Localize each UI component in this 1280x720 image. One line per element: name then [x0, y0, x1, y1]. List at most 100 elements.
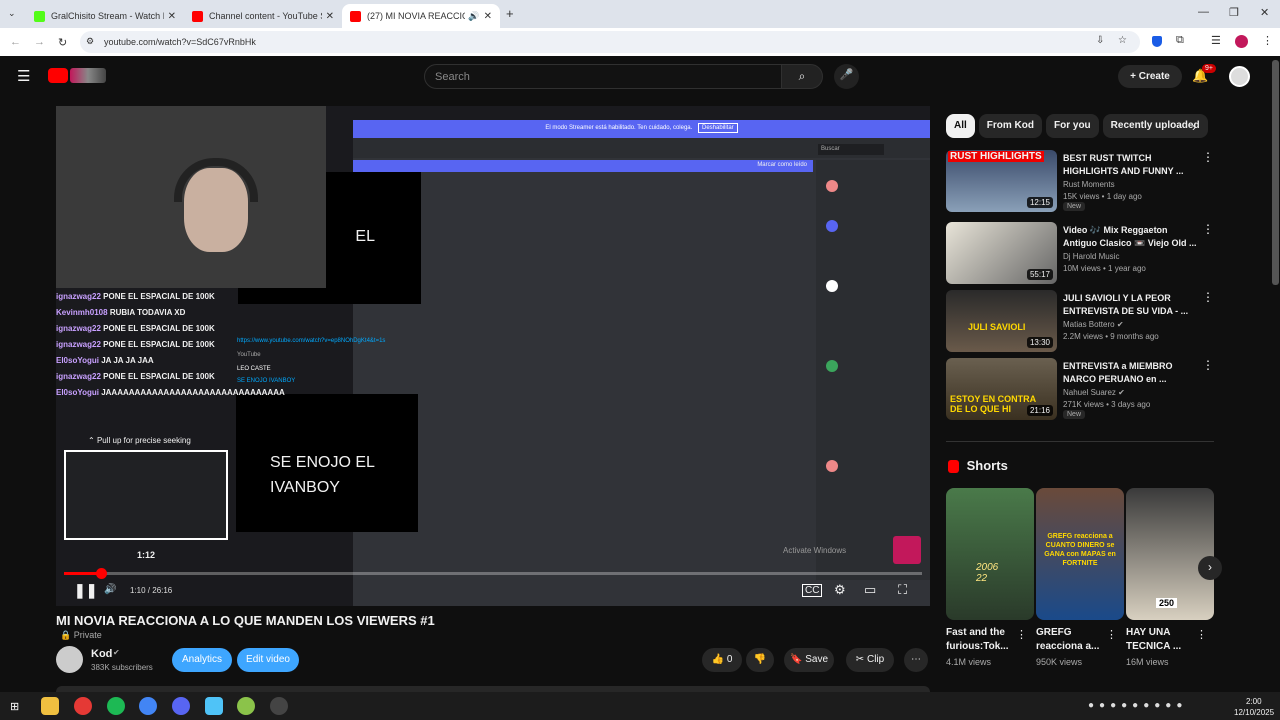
forward-icon[interactable]: → — [34, 36, 45, 48]
chat-message: JA JA JA JAA — [101, 356, 154, 365]
short-thumbnail[interactable]: 2006 22 — [946, 488, 1034, 620]
youtube-logo[interactable] — [48, 68, 108, 84]
tab-title: Channel content - YouTube Studio — [209, 11, 322, 21]
video-duration: 55:17 — [1026, 269, 1053, 280]
discord-window-capture: El modo Streamer está habilitado. Ten cu… — [236, 120, 930, 606]
related-video[interactable]: ESTOY EN CONTRA DE LO QUE HI 21:16 ENTRE… — [946, 358, 1214, 422]
video-thumbnail: ESTOY EN CONTRA DE LO QUE HI 21:16 — [946, 358, 1057, 420]
back-icon[interactable]: ← — [10, 36, 21, 48]
new-tab-icon[interactable]: + — [506, 6, 514, 21]
mark-read-bar: Marcar como leído — [353, 160, 813, 172]
short-thumbnail[interactable]: 250 — [1126, 488, 1214, 620]
chrome-icon[interactable] — [74, 697, 92, 715]
more-vertical-icon[interactable]: ⋮ — [1202, 290, 1214, 304]
pause-icon[interactable]: ❚❚ — [74, 582, 97, 599]
theater-mode-icon[interactable]: ▭ — [864, 582, 876, 598]
close-tab-icon[interactable]: ✕ — [326, 11, 334, 22]
channel-avatar[interactable] — [56, 646, 83, 673]
chat-line: ignazwag22 PONE EL ESPACIAL DE 100K — [56, 372, 286, 388]
more-vertical-icon[interactable]: ⋮ — [1202, 222, 1214, 236]
bookmark-star-icon[interactable]: ☆ — [1118, 35, 1127, 46]
system-tray-icons[interactable]: ●●●●●●●●● — [1088, 700, 1187, 711]
reading-list-icon[interactable]: ☰ — [1211, 34, 1221, 47]
analytics-button[interactable]: Analytics — [172, 648, 232, 672]
subscriber-count: 383K subscribers — [91, 663, 153, 672]
more-actions-button[interactable]: ⋯ — [904, 648, 928, 672]
channel-name-row: Matias Bottero ✔ — [1063, 320, 1124, 329]
install-app-icon[interactable]: ⇩ — [1096, 35, 1104, 46]
save-button[interactable]: 🔖 Save — [784, 648, 834, 672]
search-input[interactable]: Search — [424, 64, 782, 89]
fullscreen-icon[interactable]: ⛶ — [898, 582, 907, 598]
more-vertical-icon[interactable]: ⋮ — [1202, 150, 1214, 164]
browser-tab-2[interactable]: Channel content - YouTube Studio ✕ — [184, 4, 342, 28]
extension-shield-icon[interactable] — [1152, 36, 1162, 47]
windows-start-icon[interactable]: ⊞ — [10, 700, 19, 713]
notepad-icon[interactable] — [205, 697, 223, 715]
minimize-icon[interactable]: — — [1198, 6, 1209, 18]
clip-button[interactable]: ✂ Clip — [846, 648, 894, 672]
close-tab-icon[interactable]: ✕ — [168, 11, 176, 22]
edit-video-button[interactable]: Edit video — [237, 648, 299, 672]
dislike-button[interactable]: 👎 — [746, 648, 774, 672]
channel-name[interactable]: Kod — [91, 648, 112, 660]
related-video[interactable]: RUST HIGHLIGHTS 12:15 BEST RUST TWITCH H… — [946, 150, 1214, 214]
site-info-icon[interactable]: ⚙ — [86, 36, 94, 47]
app-icon[interactable] — [237, 697, 255, 715]
scrubber-handle[interactable] — [95, 568, 107, 579]
chip-all[interactable]: All — [946, 114, 975, 138]
visibility-label: 🔒 Private — [60, 630, 102, 641]
spotify-icon[interactable] — [107, 697, 125, 715]
reload-icon[interactable]: ↻ — [58, 36, 67, 49]
related-video[interactable]: 55:17 Video 🎶 Mix Reggaeton Antiguo Clas… — [946, 222, 1214, 286]
audio-playing-icon[interactable]: 🔊 — [468, 11, 479, 22]
profile-avatar-icon[interactable] — [1235, 35, 1248, 48]
chat-line: ignazwag22 PONE EL ESPACIAL DE 100K — [56, 292, 286, 308]
chip-for-you[interactable]: For you — [1046, 114, 1099, 138]
chat-user: ignazwag22 — [56, 324, 101, 333]
more-vertical-icon[interactable]: ⋮ — [1106, 628, 1117, 641]
settings-gear-icon[interactable]: ⚙ — [834, 582, 846, 598]
browser-tab-1[interactable]: GralChisito Stream - Watch Live ✕ — [26, 4, 184, 28]
browser-menu-icon[interactable]: ⋮ — [1262, 34, 1273, 47]
notification-count-badge: 9+ — [1202, 64, 1216, 73]
more-vertical-icon[interactable]: ⋮ — [1202, 358, 1214, 372]
tab-list-chevron-icon[interactable]: ⌄ — [8, 8, 16, 19]
video-duration: 12:15 — [1026, 197, 1053, 208]
extensions-puzzle-icon[interactable]: ⧉ — [1176, 34, 1184, 47]
file-explorer-icon[interactable] — [41, 697, 59, 715]
more-vertical-icon[interactable]: ⋮ — [1196, 628, 1207, 641]
short-thumbnail[interactable]: GREFG reacciona a CUANTO DINERO se GANA … — [1036, 488, 1124, 620]
chip-from-kod[interactable]: From Kod — [978, 114, 1042, 138]
channel-logo-art — [70, 68, 106, 83]
account-avatar[interactable] — [1229, 66, 1250, 87]
more-vertical-icon[interactable]: ⋮ — [1016, 628, 1027, 641]
video-duration: 13:30 — [1026, 337, 1053, 348]
hamburger-menu-icon[interactable]: ☰ — [17, 67, 30, 85]
chips-next-chevron-icon[interactable]: › — [1192, 120, 1196, 134]
create-button[interactable]: + Create — [1118, 65, 1182, 88]
page-scrollbar[interactable] — [1272, 60, 1279, 285]
search-button[interactable]: ⌕ — [781, 64, 823, 89]
related-video[interactable]: JULI SAVIOLI 13:30 JULI SAVIOLI Y LA PEO… — [946, 290, 1214, 354]
shorts-next-chevron-icon[interactable]: › — [1198, 556, 1222, 580]
url-field[interactable]: ⚙ youtube.com/watch?v=SdC67vRnbHk ⇩ ☆ — [80, 31, 1140, 53]
shorts-header: Shorts — [948, 458, 1008, 474]
subtitles-icon[interactable]: CC — [802, 584, 823, 597]
close-tab-icon[interactable]: ✕ — [484, 11, 492, 22]
short-views: 16M views — [1126, 657, 1169, 667]
obs-icon[interactable] — [270, 697, 288, 715]
like-button[interactable]: 👍 0 — [702, 648, 742, 672]
video-player[interactable]: El modo Streamer está habilitado. Ten cu… — [56, 106, 930, 606]
discord-icon[interactable] — [172, 697, 190, 715]
restore-icon[interactable]: ❐ — [1229, 6, 1239, 19]
notifications-button[interactable]: 🔔 9+ — [1192, 64, 1216, 87]
browser-tab-3[interactable]: (27) MI NOVIA REACCIONA A LO QUE MANDEN … — [342, 4, 500, 28]
chrome-profile-icon[interactable] — [139, 697, 157, 715]
close-window-icon[interactable]: ✕ — [1260, 6, 1269, 19]
voice-search-button[interactable]: 🎤 — [834, 64, 859, 89]
progress-bar[interactable] — [64, 568, 922, 579]
video-title: MI NOVIA REACCIONA A LO QUE MANDEN LOS V… — [56, 613, 435, 628]
volume-icon[interactable]: 🔊 — [104, 584, 116, 595]
like-count: 0 — [726, 654, 733, 665]
